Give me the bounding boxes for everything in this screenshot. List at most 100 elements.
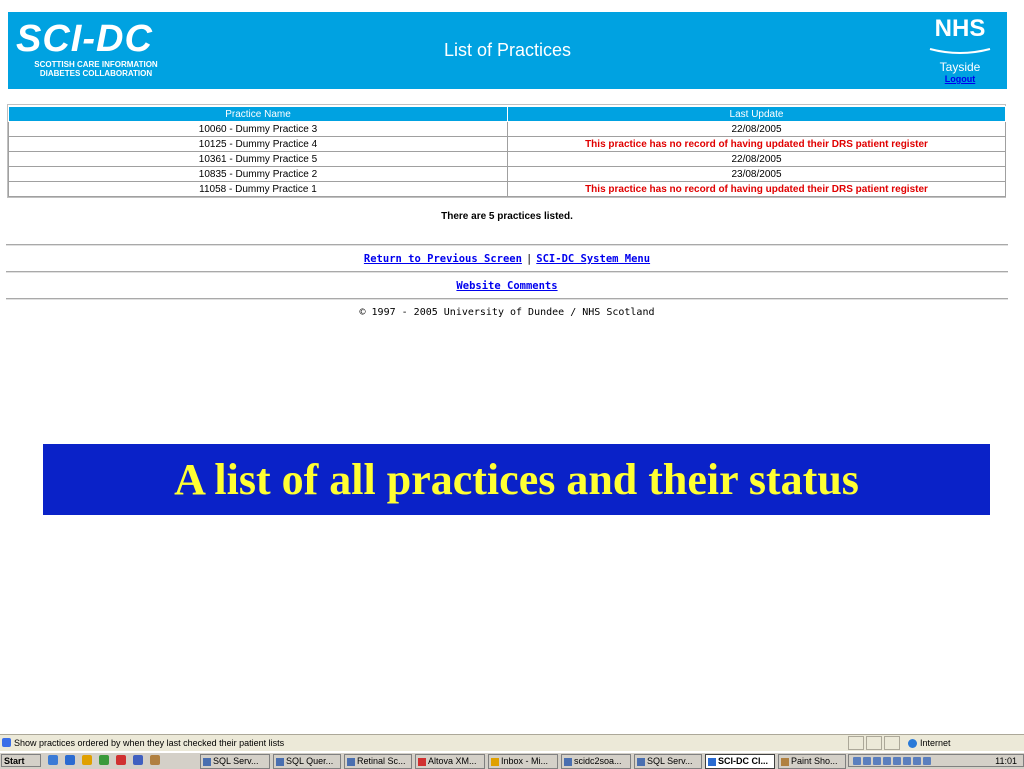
system-tray: 11:01 (848, 754, 1024, 767)
app-icon (347, 757, 355, 766)
nhs-swoosh-icon (929, 48, 991, 54)
task-button[interactable]: scidc2soa... (561, 754, 631, 769)
table-row: 10361 - Dummy Practice 5 22/08/2005 (8, 151, 1006, 167)
browser-status-bar: Show practices ordered by when they last… (0, 734, 1024, 751)
logo-sub-line-1: SCOTTISH CARE INFORMATION (34, 60, 158, 69)
task-button-active[interactable]: SCI-DC Cl... (705, 754, 775, 769)
task-label: SQL Serv... (647, 756, 693, 766)
task-label: SQL Serv... (213, 756, 259, 766)
column-header-practice-name[interactable]: Practice Name (8, 106, 508, 122)
security-zone: Internet (908, 738, 951, 749)
last-update-cell: 22/08/2005 (507, 151, 1006, 167)
practice-name-cell: 10060 - Dummy Practice 3 (8, 121, 508, 137)
practice-count-text: There are 5 practices listed. (441, 211, 573, 222)
table-header-row: Practice Name Last Update (8, 106, 1006, 122)
bluetooth-icon[interactable] (893, 757, 901, 765)
task-button[interactable]: Paint Sho... (778, 754, 846, 769)
nhs-wordmark: NHS (934, 15, 986, 42)
tray-app-icon[interactable] (923, 757, 931, 765)
practice-name-cell: 10125 - Dummy Practice 4 (8, 136, 508, 152)
logo-subtitle: SCOTTISH CARE INFORMATION DIABETES COLLA… (16, 60, 176, 78)
outlook-icon (491, 757, 499, 766)
start-button[interactable]: Start (1, 754, 41, 767)
status-text: Show practices ordered by when they last… (14, 738, 285, 748)
task-label: Inbox - Mi... (501, 756, 549, 766)
tray-app-icon[interactable] (873, 757, 881, 765)
status-panel (866, 736, 882, 750)
globe-icon (908, 739, 917, 749)
tray-icons (853, 757, 933, 767)
app-icon[interactable] (133, 755, 143, 765)
practice-name-cell: 10361 - Dummy Practice 5 (8, 151, 508, 167)
nhs-region: Tayside (939, 60, 981, 74)
task-button[interactable]: SQL Serv... (634, 754, 702, 769)
practices-table: Practice Name Last Update 10060 - Dummy … (8, 106, 1006, 197)
tray-app-icon[interactable] (903, 757, 911, 765)
app-icon[interactable] (150, 755, 160, 765)
comments-line: Website Comments (0, 280, 1014, 292)
task-button[interactable]: Inbox - Mi... (488, 754, 558, 769)
app-icon (276, 757, 284, 766)
task-label: Retinal Sc... (357, 756, 406, 766)
divider (6, 298, 1008, 300)
logout-link[interactable]: Logout (925, 74, 995, 84)
windows-taskbar: Start SQL Serv... SQL Quer... Retinal Sc..… (0, 752, 1024, 769)
slide-caption: A list of all practices and their status (43, 444, 990, 515)
status-panels (848, 736, 902, 750)
zone-label: Internet (920, 738, 951, 748)
last-update-cell: 23/08/2005 (507, 166, 1006, 182)
network-icon[interactable] (863, 757, 871, 765)
column-header-last-update[interactable]: Last Update (507, 106, 1006, 122)
task-button[interactable]: SQL Quer... (273, 754, 341, 769)
task-label: SCI-DC Cl... (718, 756, 769, 766)
task-button[interactable]: Altova XM... (415, 754, 485, 769)
status-panel (848, 736, 864, 750)
outlook-icon[interactable] (82, 755, 92, 765)
nhs-logo: NHS Tayside Logout (925, 16, 995, 84)
altova-icon[interactable] (116, 755, 126, 765)
app-icon (564, 757, 572, 766)
task-button[interactable]: Retinal Sc... (344, 754, 412, 769)
task-label: SQL Quer... (286, 756, 334, 766)
divider (6, 244, 1008, 246)
nav-separator: | (525, 253, 533, 265)
app-icon[interactable] (99, 755, 109, 765)
last-update-warning-cell: This practice has no record of having up… (507, 136, 1006, 152)
page-title: List of Practices (443, 40, 572, 60)
start-label: Start (4, 756, 25, 766)
app-icon (203, 757, 211, 766)
task-buttons: SQL Serv... SQL Quer... Retinal Sc... Altov… (200, 754, 849, 769)
nav-links: Return to Previous Screen | SCI-DC System … (0, 253, 1014, 265)
header-banner: SCI-DC SCOTTISH CARE INFORMATION DIABETE… (8, 12, 1007, 89)
task-label: Altova XM... (428, 756, 477, 766)
task-button[interactable]: SQL Serv... (200, 754, 270, 769)
return-previous-link[interactable]: Return to Previous Screen (364, 253, 522, 265)
practice-name-cell: 11058 - Dummy Practice 1 (8, 181, 508, 197)
logo-sub-line-2: DIABETES COLLABORATION (39, 69, 153, 78)
system-menu-link[interactable]: SCI-DC System Menu (536, 253, 650, 265)
last-update-warning-cell: This practice has no record of having up… (507, 181, 1006, 197)
page-icon (2, 738, 11, 747)
table-row: 11058 - Dummy Practice 1 This practice h… (8, 181, 1006, 197)
altova-icon (418, 757, 426, 766)
website-comments-link[interactable]: Website Comments (456, 280, 557, 292)
tray-app-icon[interactable] (883, 757, 891, 765)
paint-shop-icon (781, 757, 789, 766)
last-update-cell: 22/08/2005 (507, 121, 1006, 137)
divider (6, 271, 1008, 273)
table-row: 10835 - Dummy Practice 2 23/08/2005 (8, 166, 1006, 182)
status-panel (884, 736, 900, 750)
clock[interactable]: 11:01 (995, 756, 1017, 766)
task-label: Paint Sho... (791, 756, 838, 766)
quick-launch (48, 755, 167, 765)
table-row: 10125 - Dummy Practice 4 This practice h… (8, 136, 1006, 152)
desktop-icon[interactable] (48, 755, 58, 765)
app-icon (637, 757, 645, 766)
tray-app-icon[interactable] (913, 757, 921, 765)
ie-icon (708, 757, 716, 766)
ie-icon[interactable] (65, 755, 75, 765)
copyright-text: © 1997 - 2005 University of Dundee / NHS… (359, 307, 655, 318)
table-row: 10060 - Dummy Practice 3 22/08/2005 (8, 121, 1006, 137)
practice-name-cell: 10835 - Dummy Practice 2 (8, 166, 508, 182)
volume-icon[interactable] (853, 757, 861, 765)
